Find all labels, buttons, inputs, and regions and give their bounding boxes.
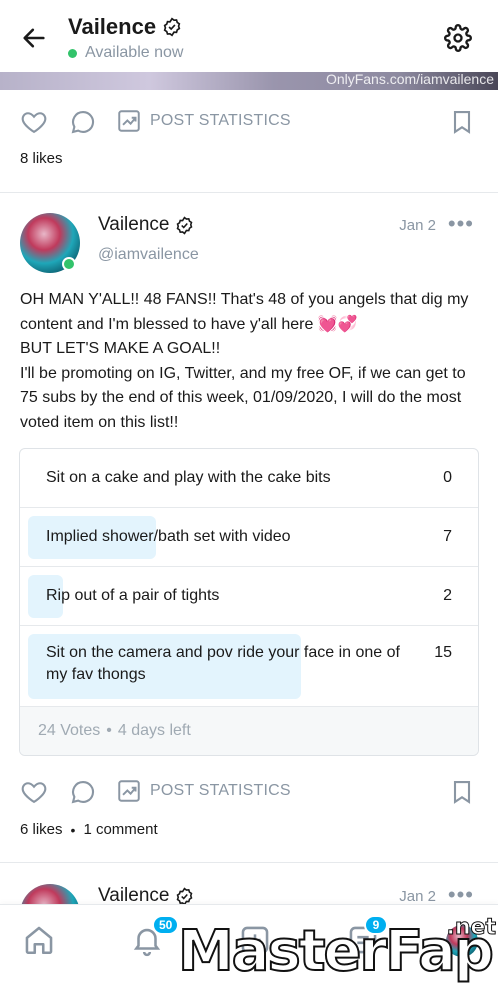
bookmark-icon[interactable] (448, 778, 476, 806)
arrow-left-icon[interactable] (20, 24, 48, 52)
poll-votes: 24 Votes (38, 722, 101, 739)
verified-icon (163, 17, 181, 37)
top-bar: Vailence Available now (0, 0, 498, 72)
poll-option-label: Implied shower/bath set with video (46, 528, 291, 545)
chart-icon (118, 110, 140, 132)
chart-icon (118, 780, 140, 802)
poll-footer-dot: • (106, 722, 112, 739)
poll-time-left: 4 days left (117, 722, 191, 739)
poll-option-count: 2 (443, 587, 452, 604)
media-watermark: OnlyFans.com/iamvailence (325, 72, 494, 87)
avatar-online-dot-icon (62, 257, 76, 271)
poll-option-count: 7 (443, 528, 452, 545)
verified-icon (177, 886, 193, 906)
watermark-tld: .net (446, 915, 496, 941)
post-date: Jan 2 (399, 217, 436, 234)
profile-title[interactable]: Vailence (68, 14, 182, 40)
availability-status: Available now (68, 44, 183, 62)
heart-icon[interactable] (20, 108, 48, 136)
prev-post-likes[interactable]: 8 likes (20, 150, 63, 167)
poll-option[interactable]: Sit on the camera and pov ride your face… (20, 626, 478, 707)
post-text: OH MAN Y'ALL!! 48 FANS!! That's 48 of yo… (20, 288, 480, 435)
notifications-badge: 50 (152, 915, 180, 935)
poll-option-count: 0 (443, 469, 452, 486)
heart-icon[interactable] (20, 778, 48, 806)
separator-dot: • (70, 821, 76, 838)
watermark-logo: MasterFap (177, 918, 495, 985)
home-icon[interactable] (22, 923, 56, 957)
poll-option-label: Sit on the camera and pov ride your face… (46, 644, 400, 683)
post-text-line: BUT LET'S MAKE A GOAL!! (20, 340, 221, 357)
post-comments[interactable]: 1 comment (83, 821, 157, 838)
post-author-name[interactable]: Vailence (98, 214, 194, 236)
gear-icon[interactable] (444, 24, 472, 52)
post-statistics-button[interactable]: POST STATISTICS (116, 108, 291, 134)
poll-option-label: Rip out of a pair of tights (46, 587, 220, 604)
post-text-line: I'll be promoting on IG, Twitter, and my… (20, 364, 466, 431)
poll: Sit on a cake and play with the cake bit… (19, 448, 479, 756)
verified-icon (177, 215, 193, 235)
comment-icon[interactable] (69, 778, 97, 806)
more-options-icon[interactable]: ••• (448, 211, 474, 237)
poll-option-count: 15 (434, 644, 452, 661)
bookmark-icon[interactable] (448, 108, 476, 136)
post-statistics-button[interactable]: POST STATISTICS (116, 778, 291, 804)
next-post-date: Jan 2 (399, 888, 436, 905)
bottom-navigation: 50 9 MasterFap .net (0, 904, 498, 1000)
post-divider (0, 862, 498, 863)
post-author-handle[interactable]: @iamvailence (98, 246, 199, 264)
prev-post-actions: POST STATISTICS (0, 102, 498, 142)
post-engagement-counts: 6 likes • 1 comment (20, 821, 158, 838)
post-text-line: OH MAN Y'ALL!! 48 FANS!! That's 48 of yo… (20, 291, 469, 333)
post-actions: POST STATISTICS (0, 772, 498, 812)
post-likes[interactable]: 6 likes (20, 821, 63, 838)
poll-option[interactable]: Implied shower/bath set with video 7 (20, 508, 478, 567)
poll-option-label: Sit on a cake and play with the cake bit… (46, 469, 331, 486)
profile-name: Vailence (68, 14, 157, 39)
comment-icon[interactable] (69, 108, 97, 136)
poll-option[interactable]: Rip out of a pair of tights 2 (20, 567, 478, 626)
post-media-image[interactable]: OnlyFans.com/iamvailence (0, 72, 498, 90)
poll-footer: 24 Votes • 4 days left (20, 707, 478, 755)
online-dot-icon (68, 48, 77, 58)
post-divider (0, 192, 498, 193)
poll-option[interactable]: Sit on a cake and play with the cake bit… (20, 449, 478, 508)
